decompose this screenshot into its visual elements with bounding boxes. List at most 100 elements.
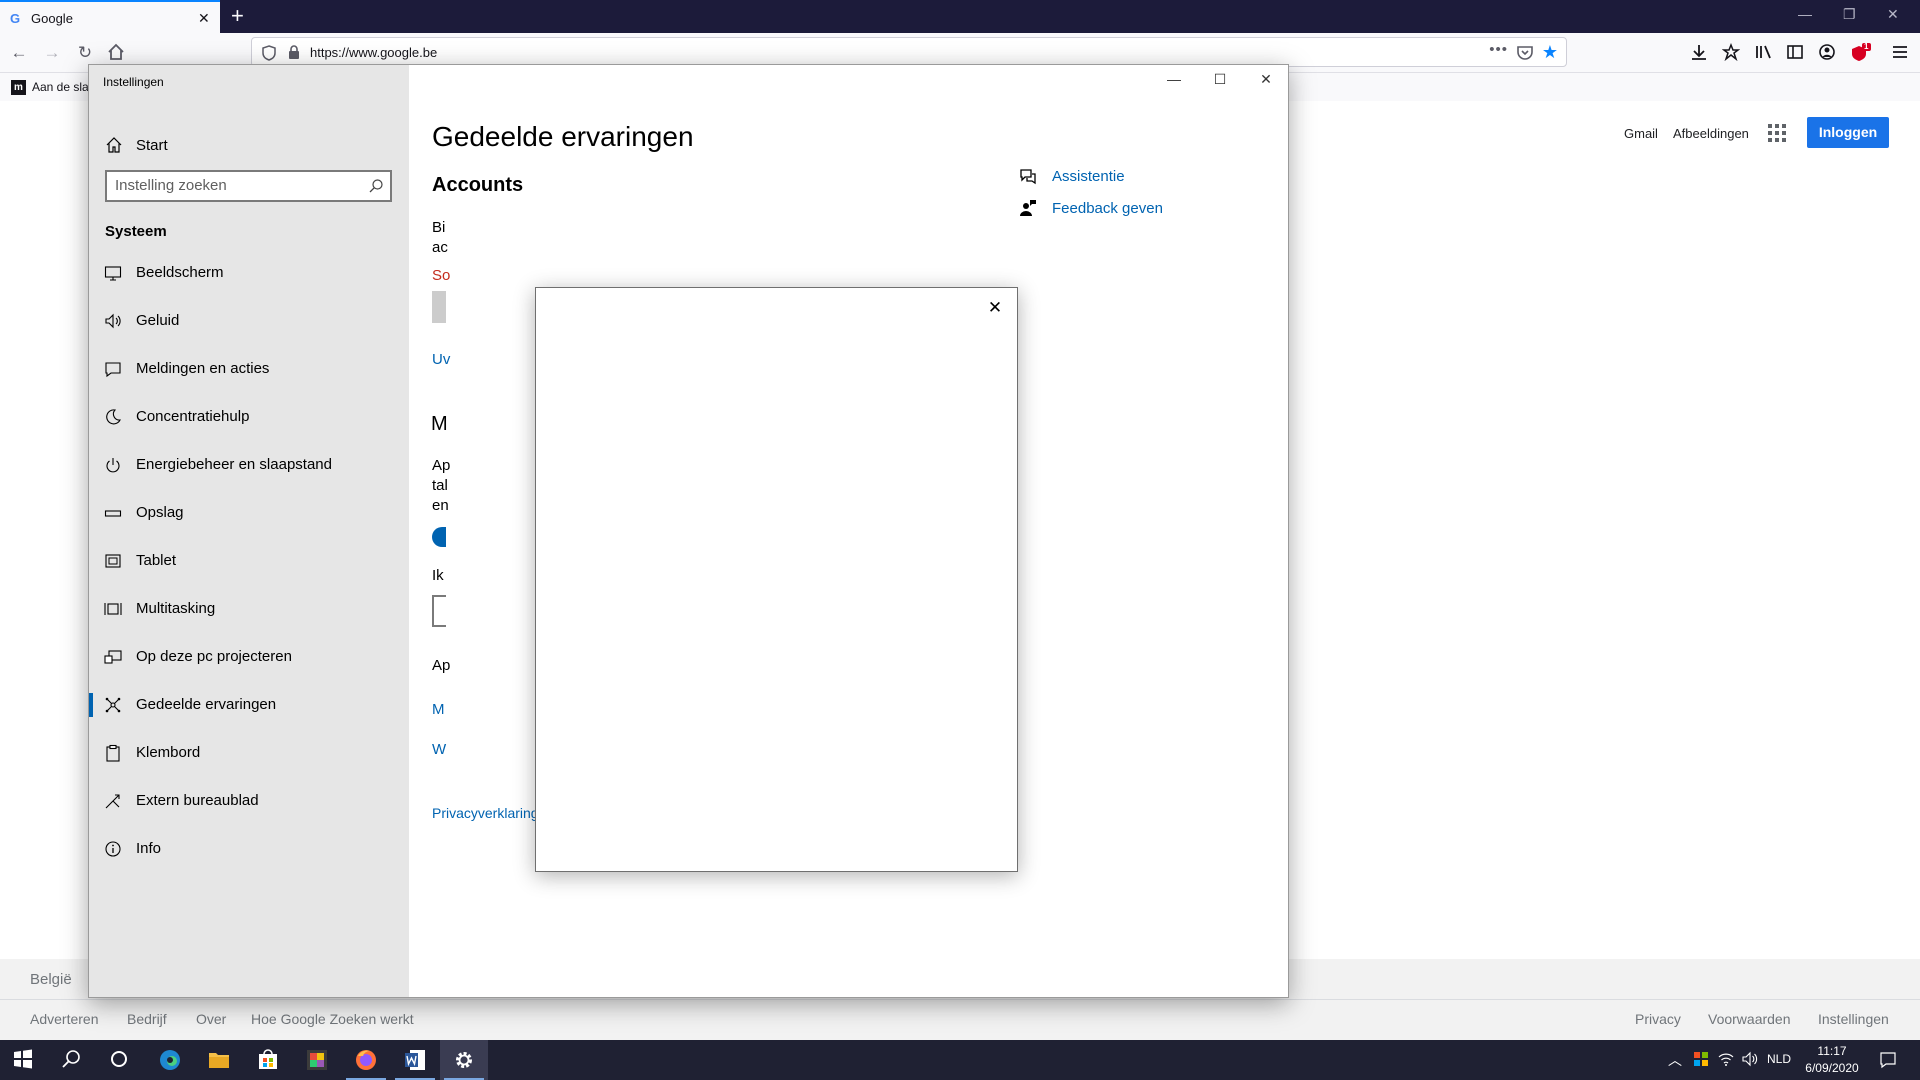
accounts-heading: Accounts — [432, 174, 524, 196]
clock[interactable]: 11:17 6/09/2020 — [1804, 1043, 1860, 1077]
accounts-link[interactable]: Uv — [432, 351, 450, 368]
related-link-1[interactable]: M — [432, 701, 445, 718]
nav-item-label: Opslag — [136, 504, 184, 521]
taskbar-edge[interactable] — [146, 1040, 194, 1080]
nav-item-sound[interactable]: Geluid — [89, 297, 409, 345]
page-title: Gedeelde ervaringen — [432, 121, 694, 152]
footer-link-business[interactable]: Bedrijf — [127, 1011, 167, 1027]
footer-link-terms[interactable]: Voorwaarden — [1708, 1011, 1791, 1027]
nav-item-focus-assist[interactable]: Concentratiehulp — [89, 393, 409, 441]
action-center-icon[interactable] — [1879, 1051, 1897, 1069]
sidebar-icon[interactable] — [1786, 43, 1806, 63]
nav-item-label: Beeldscherm — [136, 264, 224, 281]
browser-tab-google[interactable]: G Google ✕ — [0, 0, 220, 33]
language-indicator[interactable]: NLD — [1767, 1052, 1791, 1066]
lock-icon[interactable] — [288, 45, 300, 60]
back-button[interactable]: ← — [9, 43, 29, 63]
addon-badge-icon[interactable]: 1 — [1850, 42, 1871, 63]
footer-link-privacy[interactable]: Privacy — [1635, 1011, 1681, 1027]
tab-close-icon[interactable]: ✕ — [198, 10, 210, 27]
accounts-button[interactable] — [432, 291, 446, 323]
footer-link-how-search-works[interactable]: Hoe Google Zoeken werkt — [251, 1011, 414, 1027]
nav-item-storage[interactable]: Opslag — [89, 489, 409, 537]
cortana-button[interactable] — [96, 1040, 144, 1080]
url-text[interactable]: https://www.google.be — [310, 45, 437, 60]
bookmark-star-icon[interactable]: ★ — [1542, 42, 1558, 63]
hamburger-menu-icon[interactable] — [1891, 43, 1911, 63]
new-tab-button[interactable]: + — [231, 3, 244, 29]
downloads-icon[interactable] — [1690, 43, 1710, 63]
addon-badge-count: 1 — [1864, 42, 1869, 51]
tray-app-icon[interactable] — [1693, 1051, 1709, 1067]
nav-item-remote-desktop[interactable]: Extern bureaublad — [89, 777, 409, 825]
nav-item-info[interactable]: Info — [89, 825, 409, 873]
blank-dialog[interactable]: ✕ — [535, 287, 1018, 872]
account-icon[interactable] — [1818, 43, 1838, 63]
share-toggle[interactable] — [432, 527, 446, 547]
wifi-icon[interactable] — [1718, 1051, 1734, 1067]
search-icon[interactable] — [368, 178, 384, 194]
nav-item-power[interactable]: Energiebeheer en slaapstand — [89, 441, 409, 489]
reload-button[interactable]: ↻ — [75, 43, 95, 63]
tray-overflow-icon[interactable]: ︿ — [1668, 1050, 1682, 1070]
nav-item-shared-experiences[interactable]: Gedeelde ervaringen — [89, 681, 409, 729]
gmail-link[interactable]: Gmail — [1624, 126, 1658, 141]
cortana-icon — [108, 1048, 132, 1072]
taskbar-firefox[interactable] — [342, 1040, 390, 1080]
browser-restore-button[interactable]: ❐ — [1843, 6, 1856, 23]
taskbar-photos[interactable] — [293, 1040, 341, 1080]
share-from-dropdown[interactable] — [432, 595, 446, 627]
nav-item-clipboard[interactable]: Klembord — [89, 729, 409, 777]
signin-button[interactable]: Inloggen — [1807, 117, 1889, 148]
forward-button[interactable]: → — [42, 43, 62, 63]
dialog-close-icon[interactable]: ✕ — [981, 294, 1009, 322]
extension-icon[interactable] — [1722, 43, 1742, 63]
power-icon — [104, 456, 122, 474]
start-button[interactable] — [0, 1040, 48, 1080]
nav-item-label: Extern bureaublad — [136, 792, 259, 809]
taskbar-word[interactable] — [391, 1040, 439, 1080]
settings-search[interactable] — [105, 170, 392, 202]
related-link-2[interactable]: W — [432, 741, 446, 758]
nav-item-notifications[interactable]: Meldingen en acties — [89, 345, 409, 393]
library-icon[interactable] — [1755, 43, 1775, 63]
taskbar-store[interactable] — [244, 1040, 292, 1080]
browser-close-button[interactable]: ✕ — [1887, 6, 1899, 23]
settings-search-input[interactable] — [115, 177, 355, 194]
taskbar-search-button[interactable] — [48, 1040, 96, 1080]
google-apps-icon[interactable] — [1768, 124, 1786, 142]
help-link-assistance[interactable]: Assistentie — [1019, 165, 1219, 189]
clock-time: 11:17 — [1817, 1044, 1847, 1058]
browser-minimize-button[interactable]: — — [1798, 6, 1812, 22]
nav-item-label: Meldingen en acties — [136, 360, 270, 377]
privacy-link[interactable]: Privacyverklaring — [432, 805, 539, 821]
nav-item-label: Op deze pc projecteren — [136, 648, 292, 665]
nav-home[interactable]: Start — [89, 125, 409, 165]
nav-item-multitasking[interactable]: Multitasking — [89, 585, 409, 633]
speaker-icon — [104, 312, 122, 330]
page-actions-icon[interactable]: ••• — [1489, 41, 1508, 58]
address-bar[interactable]: https://www.google.be ••• ★ — [251, 37, 1567, 67]
settings-sidebar: Instellingen Start Systeem Beeldscherm G… — [89, 65, 409, 997]
footer-link-settings[interactable]: Instellingen — [1818, 1011, 1889, 1027]
share-from-label: Ik — [432, 567, 444, 584]
home-button[interactable] — [107, 43, 127, 63]
nav-item-display[interactable]: Beeldscherm — [89, 249, 409, 297]
bookmark-item[interactable]: Aan de sla — [32, 80, 89, 94]
nav-item-project[interactable]: Op deze pc projecteren — [89, 633, 409, 681]
taskbar-file-explorer[interactable] — [195, 1040, 243, 1080]
help-link-feedback[interactable]: Feedback geven — [1019, 197, 1219, 221]
footer-link-advertising[interactable]: Adverteren — [30, 1011, 98, 1027]
nav-item-label: Multitasking — [136, 600, 216, 617]
nav-item-label: Energiebeheer en slaapstand — [136, 456, 332, 473]
footer-link-about[interactable]: Over — [196, 1011, 226, 1027]
search-icon — [60, 1048, 84, 1072]
images-link[interactable]: Afbeeldingen — [1673, 126, 1749, 141]
pocket-icon[interactable] — [1517, 45, 1533, 60]
taskbar-settings[interactable] — [440, 1040, 488, 1080]
tab-title: Google — [31, 11, 73, 26]
nav-item-tablet[interactable]: Tablet — [89, 537, 409, 585]
volume-icon[interactable] — [1742, 1051, 1758, 1067]
tracking-shield-icon[interactable] — [262, 45, 276, 61]
share-description-line3: en — [432, 497, 449, 514]
